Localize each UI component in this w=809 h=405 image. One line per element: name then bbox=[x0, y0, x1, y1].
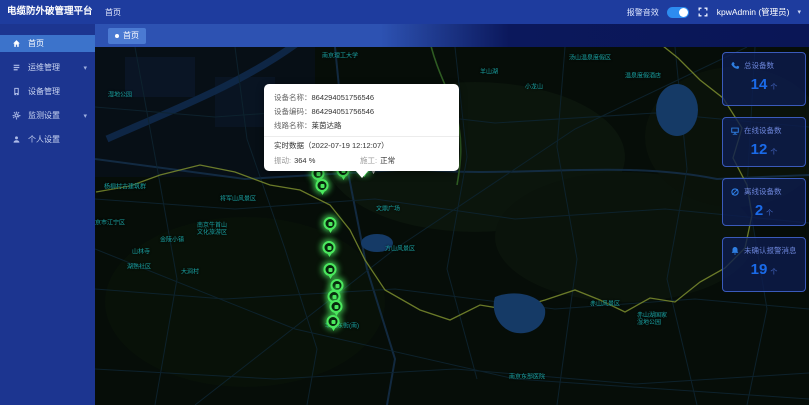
stat-card-value: 2个 bbox=[730, 202, 798, 220]
chevron-down-icon[interactable]: ▾ bbox=[797, 8, 801, 16]
marker-head-icon bbox=[323, 217, 337, 230]
popup-row-label: 线路名称： bbox=[274, 121, 312, 130]
device-popup-rows: 设备名称：864294051756546 设备编码：864294051756546… bbox=[274, 91, 449, 133]
sidebar-item-user[interactable]: 个人设置 bbox=[0, 131, 95, 148]
popup-row-label: 设备编码： bbox=[274, 107, 312, 116]
map-canvas[interactable]: 湿地公园杨柳村古建筑群南京市江宁区将军山风景区南京牛首山 文化旅游区金陵小镇山林… bbox=[95, 47, 809, 405]
offline-icon bbox=[731, 187, 739, 196]
popup-metric: 振动: 364 % bbox=[274, 155, 360, 166]
device-marker[interactable] bbox=[315, 179, 329, 196]
stat-card-unit: 个 bbox=[770, 269, 778, 276]
stat-card-phone[interactable]: 总设备数 14 个 bbox=[722, 52, 806, 106]
chevron-down-icon: ▾ bbox=[83, 112, 87, 120]
sidebar-item-label: 设备管理 bbox=[28, 87, 60, 96]
active-tab-dot-icon bbox=[115, 33, 119, 38]
sidebar: 电缆防外破管理平台 首页运维管理 ▾ 设备管理监测设置 ▾ 个人设置 bbox=[0, 0, 95, 405]
marker-head-icon bbox=[323, 263, 337, 276]
gear-icon bbox=[12, 111, 21, 120]
stat-card-head: 总设备数 bbox=[730, 60, 798, 71]
app-title: 电缆防外破管理平台 bbox=[0, 0, 95, 24]
popup-row-value: 864294051756546 bbox=[311, 93, 375, 102]
sidebar-item-label: 监测设置 bbox=[28, 111, 60, 120]
stat-card-head: 未确认报警消息 bbox=[730, 245, 798, 256]
sidebar-item-home[interactable]: 首页 bbox=[0, 35, 95, 52]
stat-card-value: 14 个 bbox=[730, 76, 798, 94]
device-popup: 设备名称：864294051756546 设备编码：864294051756546… bbox=[264, 84, 459, 178]
sidebar-item-label: 运维管理 bbox=[28, 63, 60, 72]
alarm-sound-toggle[interactable] bbox=[666, 6, 689, 18]
popup-divider bbox=[264, 136, 459, 137]
fullscreen-icon[interactable] bbox=[697, 6, 709, 18]
popup-metric: 施工: 正常 bbox=[360, 155, 446, 166]
stat-card-unit: 个 bbox=[770, 149, 778, 156]
phone-icon bbox=[731, 61, 740, 69]
chevron-down-icon: ▾ bbox=[83, 64, 87, 72]
sidebar-item-gear[interactable]: 监测设置 ▾ bbox=[0, 107, 95, 124]
popup-row: 线路名称：莱茵达路 bbox=[274, 119, 449, 133]
home-icon bbox=[13, 40, 20, 47]
stat-card-value: 12 个 bbox=[730, 141, 798, 159]
popup-row: 设备编码：864294051756546 bbox=[274, 105, 449, 119]
breadcrumb[interactable]: 首页 bbox=[105, 7, 121, 18]
stat-card-bell[interactable]: 未确认报警消息 19 个 bbox=[722, 237, 806, 292]
stat-card-title: 离线设备数 bbox=[744, 187, 782, 196]
stat-card-title: 在线设备数 bbox=[744, 126, 782, 135]
stat-card-head: 离线设备数 bbox=[730, 186, 798, 197]
realtime-data-line: 实时数据（2022-07-19 12:12:07） bbox=[274, 140, 449, 152]
stat-card-head: 在线设备数 bbox=[730, 125, 798, 136]
device-marker[interactable] bbox=[322, 241, 336, 258]
metric-label: 施工: bbox=[360, 156, 378, 165]
device-marker[interactable] bbox=[323, 217, 337, 234]
metric-value: 364 % bbox=[294, 156, 316, 165]
popup-row-label: 设备名称： bbox=[274, 93, 312, 102]
tab-home-label: 首页 bbox=[123, 31, 139, 40]
stat-card-title: 总设备数 bbox=[744, 61, 774, 70]
sidebar-item-label: 个人设置 bbox=[28, 135, 60, 144]
sidebar-item-label: 首页 bbox=[28, 39, 44, 48]
alarm-sound-label: 报警音效 bbox=[626, 7, 659, 17]
sidebar-menu: 首页运维管理 ▾ 设备管理监测设置 ▾ 个人设置 bbox=[0, 24, 95, 148]
realtime-label: 实时数据 bbox=[274, 141, 304, 150]
popup-row: 设备名称：864294051756546 bbox=[274, 91, 449, 105]
popup-row-value: 莱茵达路 bbox=[311, 121, 342, 130]
stat-card-number: 2 bbox=[754, 202, 764, 219]
popup-row-value: 864294051756546 bbox=[311, 107, 375, 116]
stat-cards-panel: 总设备数 14 个在线设备数 12 个离线设备数 2 个未确认报警消息 19 个 bbox=[722, 52, 806, 292]
tab-bar: 首页 bbox=[95, 24, 809, 47]
header-right-cluster: 报警音效 kpwAdmin (管理员) ▾ bbox=[627, 6, 809, 18]
device-icon bbox=[14, 87, 19, 96]
stat-card-number: 14 bbox=[750, 76, 768, 93]
bell-icon bbox=[731, 246, 739, 255]
stat-card-monitor[interactable]: 在线设备数 12 个 bbox=[722, 117, 806, 167]
stat-card-unit: 个 bbox=[766, 210, 774, 217]
stat-card-number: 12 bbox=[750, 141, 768, 158]
sidebar-item-ops[interactable]: 运维管理 ▾ bbox=[0, 59, 95, 76]
device-marker[interactable] bbox=[326, 315, 340, 332]
top-header: 首页 报警音效 kpwAdmin (管理员) ▾ bbox=[95, 0, 809, 24]
stat-card-number: 19 bbox=[750, 261, 768, 278]
user-icon bbox=[13, 136, 20, 143]
metric-label: 振动: bbox=[274, 156, 292, 165]
stat-card-value: 19 个 bbox=[730, 261, 798, 279]
stat-card-unit: 个 bbox=[770, 84, 778, 91]
user-menu[interactable]: kpwAdmin (管理员) bbox=[717, 6, 790, 18]
marker-head-icon bbox=[329, 300, 343, 313]
marker-head-icon bbox=[326, 315, 340, 328]
monitor-icon bbox=[731, 127, 739, 135]
device-marker[interactable] bbox=[323, 263, 337, 280]
tab-home[interactable]: 首页 bbox=[108, 27, 146, 44]
marker-head-icon bbox=[315, 179, 329, 192]
sidebar-item-device[interactable]: 设备管理 bbox=[0, 83, 95, 100]
stat-card-title: 未确认报警消息 bbox=[744, 246, 797, 255]
marker-head-icon bbox=[322, 241, 336, 254]
stat-card-offline[interactable]: 离线设备数 2 个 bbox=[722, 178, 806, 226]
popup-metrics: 振动: 364 % 施工: 正常 bbox=[274, 155, 449, 166]
realtime-timestamp: （2022-07-19 12:12:07） bbox=[304, 141, 389, 150]
metric-value: 正常 bbox=[380, 156, 396, 165]
app-window: 电缆防外破管理平台 首页运维管理 ▾ 设备管理监测设置 ▾ 个人设置 首页 报警音效 k… bbox=[0, 0, 809, 405]
ops-icon bbox=[13, 64, 20, 71]
